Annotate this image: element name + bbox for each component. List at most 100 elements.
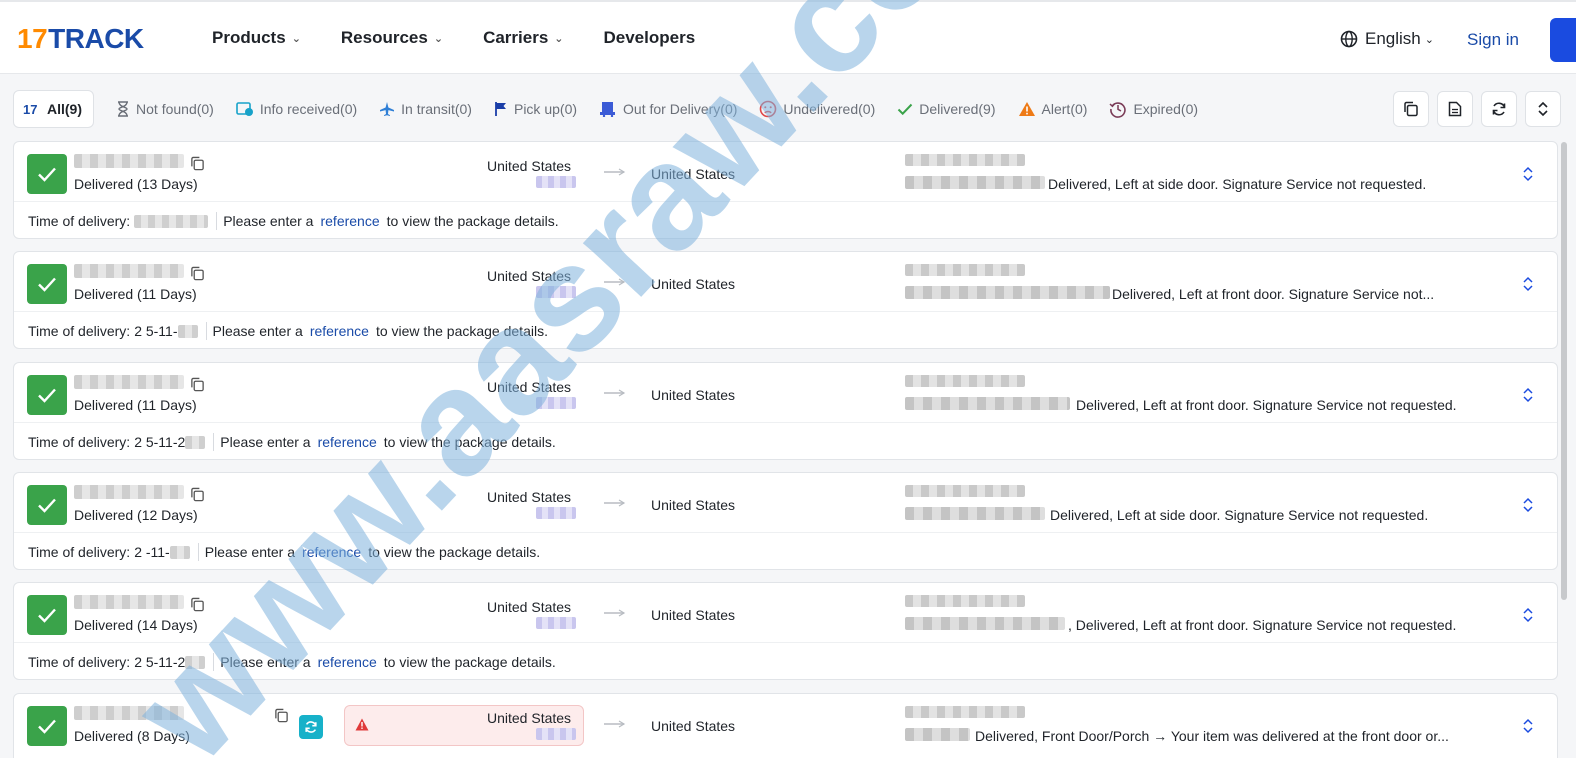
tab-delivered[interactable]: Delivered (9) <box>897 90 996 128</box>
delivered-status-icon <box>27 706 67 746</box>
tab-not-found[interactable]: Not found (0) <box>116 90 214 128</box>
origin-carrier-redacted <box>536 728 576 740</box>
origin-country: United States <box>487 710 572 726</box>
delivery-status: Delivered (8 Days) <box>74 728 190 744</box>
refresh-button[interactable] <box>1481 91 1517 127</box>
package-card[interactable]: Delivered (14 Days) United States United S… <box>13 582 1558 680</box>
delivered-status-icon <box>27 595 67 635</box>
tracking-number-redacted <box>74 706 184 720</box>
delivery-time-value: 2 5-11- <box>134 323 178 339</box>
tab-alert[interactable]: Alert (0) <box>1018 90 1087 128</box>
delivery-status: Delivered (13 Days) <box>74 176 198 192</box>
svg-text:17: 17 <box>23 102 37 116</box>
copy-icon[interactable] <box>190 597 205 617</box>
copy-icon[interactable] <box>274 708 289 728</box>
delivery-time-label: Time of delivery: <box>28 654 131 670</box>
tab-expired[interactable]: Expired (0) <box>1109 90 1198 128</box>
expand-chevron-icon[interactable] <box>1522 387 1534 403</box>
sign-up-button[interactable] <box>1550 18 1576 62</box>
expand-all-button[interactable] <box>1525 91 1561 127</box>
scrollbar[interactable] <box>1561 142 1567 600</box>
copy-icon[interactable] <box>190 377 205 397</box>
alert-triangle-icon <box>1018 101 1036 117</box>
language-selector[interactable]: English ⌄ <box>1340 29 1434 49</box>
17track-logo-icon: 17 <box>23 102 41 116</box>
event-time-redacted <box>905 706 1025 718</box>
reference-link[interactable]: reference <box>310 323 369 339</box>
sign-in-link[interactable]: Sign in <box>1467 30 1519 50</box>
tab-info-received[interactable]: Info received (0) <box>236 90 357 128</box>
sync-button[interactable] <box>299 715 323 739</box>
globe-icon <box>1340 30 1358 48</box>
expand-chevron-icon[interactable] <box>1522 276 1534 292</box>
origin-country: United States <box>487 599 572 615</box>
event-time-redacted <box>905 485 1025 497</box>
reference-link[interactable]: reference <box>320 213 379 229</box>
package-card[interactable]: Delivered (13 Days) United States United S… <box>13 141 1558 239</box>
reference-link[interactable]: reference <box>318 434 377 450</box>
latest-event: Delivered, Left at front door. Signature… <box>1112 286 1435 302</box>
tab-in-transit[interactable]: In transit (0) <box>379 90 472 128</box>
chevron-down-icon: ⌄ <box>554 32 564 45</box>
17track-logo[interactable]: 17 TRACK <box>17 23 144 54</box>
tracking-number-redacted <box>74 375 184 389</box>
event-location-redacted <box>905 507 1045 520</box>
reference-prompt-text: Please enter a <box>220 654 311 670</box>
tracking-number-redacted <box>74 264 184 278</box>
expand-chevron-icon[interactable] <box>1522 607 1534 623</box>
nav-resources[interactable]: Resources ⌄ <box>341 28 443 48</box>
tab-out-for-delivery[interactable]: Out for Delivery (0) <box>599 90 737 128</box>
expand-chevron-icon[interactable] <box>1522 718 1534 734</box>
origin-carrier-redacted <box>536 397 576 409</box>
delivery-time-label: Time of delivery: <box>28 544 131 560</box>
export-button[interactable] <box>1437 91 1473 127</box>
reference-prompt-suffix: to view the package details. <box>368 544 541 560</box>
delivery-time-redacted <box>185 655 206 669</box>
nav-carriers[interactable]: Carriers ⌄ <box>483 28 563 48</box>
expand-chevron-icon[interactable] <box>1522 166 1534 182</box>
package-card[interactable]: Delivered (11 Days) United States United S… <box>13 362 1558 460</box>
copy-icon[interactable] <box>190 156 205 176</box>
destination-country: United States <box>651 387 736 403</box>
export-document-icon <box>1448 101 1462 117</box>
reference-link[interactable]: reference <box>318 654 377 670</box>
tracking-number-redacted <box>74 154 184 168</box>
destination-country: United States <box>651 607 736 623</box>
tab-all[interactable]: 17 All (9) <box>13 90 95 128</box>
destination-country: United States <box>651 276 736 292</box>
reference-prompt-suffix: to view the package details. <box>383 654 556 670</box>
delivery-time-redacted <box>177 324 198 338</box>
airplane-icon <box>379 101 395 117</box>
event-location-redacted <box>905 617 1065 630</box>
delivery-info-row: Time of delivery: 2 5-11-2 Please enter a r… <box>28 653 556 671</box>
copy-icon[interactable] <box>190 266 205 286</box>
latest-event: Delivered, Left at side door. Signature … <box>1050 507 1429 523</box>
reference-link[interactable]: reference <box>302 544 361 560</box>
event-time-redacted <box>905 375 1025 387</box>
delivery-info-row: Time of delivery: 2 -11- Please enter a ref… <box>28 543 540 561</box>
tab-pick-up[interactable]: Pick up (0) <box>494 90 577 128</box>
package-card[interactable]: Delivered (11 Days) United States United S… <box>13 251 1558 349</box>
event-time-redacted <box>905 264 1025 276</box>
sync-icon <box>305 721 317 733</box>
nav-products[interactable]: Products ⌄ <box>212 28 301 48</box>
tab-undelivered[interactable]: Undelivered (0) <box>759 90 875 128</box>
delivery-info-row: Time of delivery: Please enter a reference… <box>28 212 559 230</box>
expand-chevron-icon[interactable] <box>1522 497 1534 513</box>
copy-icon[interactable] <box>190 487 205 507</box>
arrow-right-icon <box>604 278 626 286</box>
package-card[interactable]: Delivered (8 Days) United States United St… <box>13 693 1558 758</box>
latest-event: Delivered, Front Door/Porch → Your item … <box>975 728 1449 744</box>
package-card[interactable]: Delivered (12 Days) United States United S… <box>13 472 1558 570</box>
hourglass-icon <box>116 101 130 117</box>
copy-all-button[interactable] <box>1393 91 1429 127</box>
warning-icon <box>355 718 369 731</box>
checkmark-icon <box>897 102 913 116</box>
nav-developers[interactable]: Developers <box>604 28 696 48</box>
delivery-time-value: 2 5-11-2 <box>134 654 186 670</box>
origin-country: United States <box>487 489 572 505</box>
destination-country: United States <box>651 497 736 513</box>
origin-country: United States <box>487 379 572 395</box>
flag-icon <box>494 101 508 117</box>
reference-prompt-suffix: to view the package details. <box>386 213 559 229</box>
